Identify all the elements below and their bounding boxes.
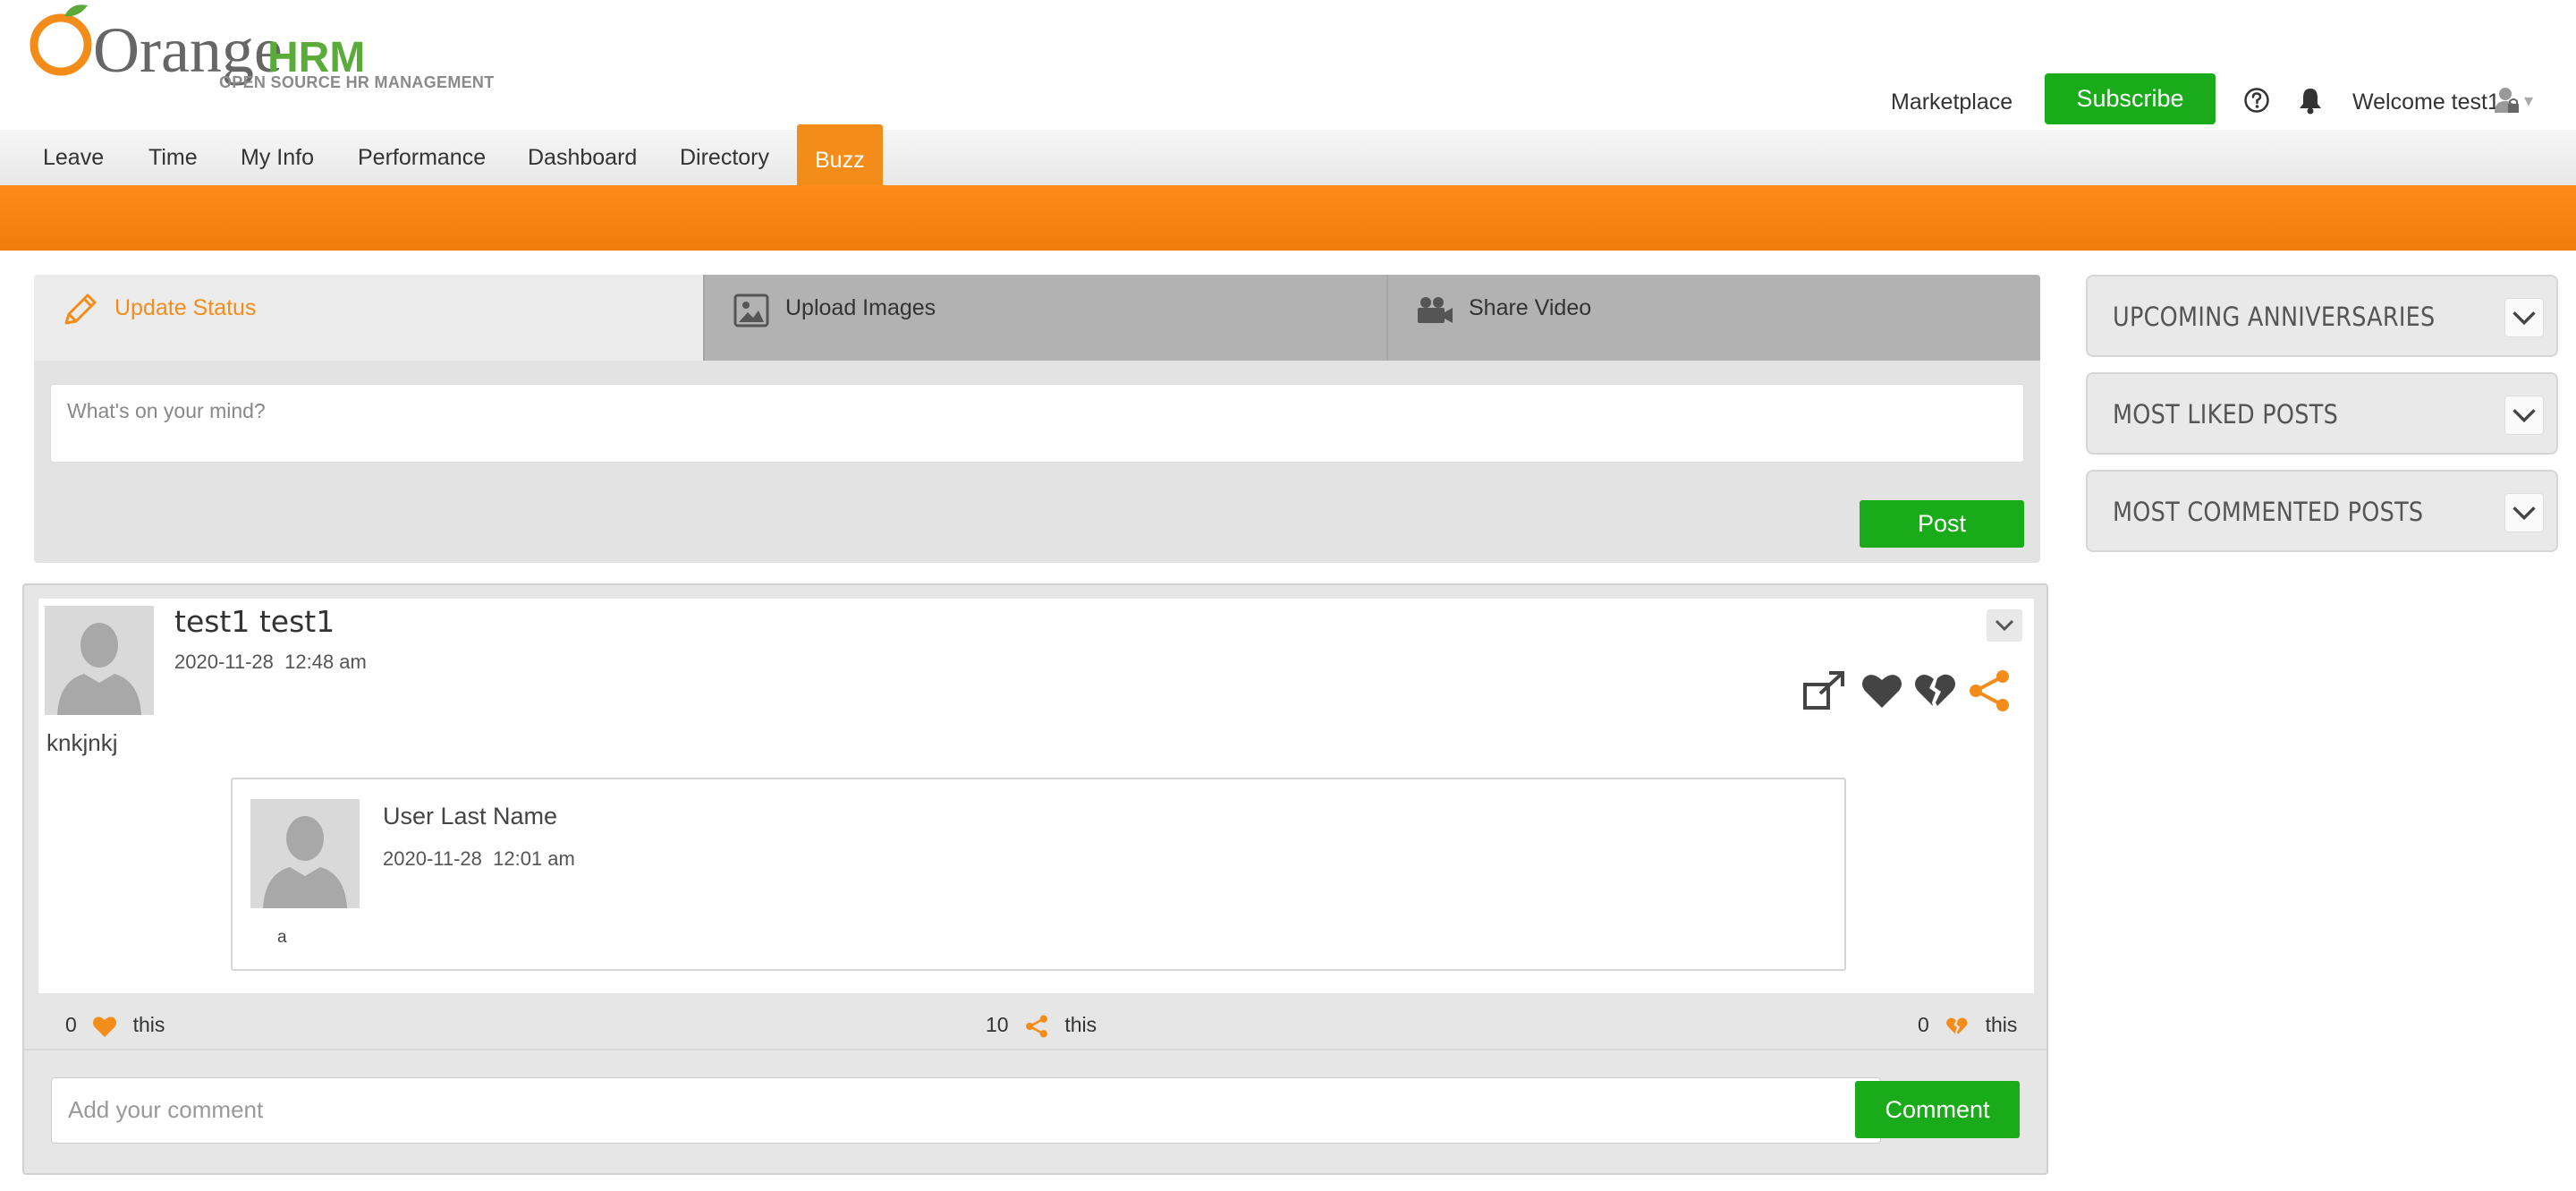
shared-post-date: 2020-11-28 [383,847,482,870]
shared-post-author[interactable]: User Last Name [383,803,557,830]
post-card: test1 test1 2020-11-28 12:48 am knkjnkj … [38,599,2034,993]
video-camera-icon [1418,297,1453,323]
post-actions [1801,667,2024,720]
chevron-down-icon [2512,409,2536,423]
tab-update-status-label: Update Status [114,295,257,320]
shares-count-suffix: this [1064,1013,1097,1036]
subscribe-button[interactable]: Subscribe [2045,73,2216,124]
user-menu-caret-icon[interactable]: ▾ [2524,89,2533,112]
chevron-down-icon [2512,506,2536,521]
logo-tagline: OPEN SOURCE HR MANAGEMENT [219,73,495,91]
header: Orange HRM OPEN SOURCE HR MANAGEMENT Mar… [0,0,2576,130]
widget-upcoming-anniversaries[interactable]: UPCOMING ANNIVERSARIES [2086,275,2558,357]
dislike-broken-heart-icon[interactable] [1911,667,1960,715]
post-author[interactable]: test1 test1 [174,604,335,639]
likes-count-suffix: this [132,1013,165,1036]
dislikes-count-value: 0 [1918,1013,1929,1036]
tab-share-video[interactable]: Share Video [1386,275,2040,361]
shared-post-text: a [277,928,287,947]
widget-toggle[interactable] [2504,396,2544,435]
nav-item-leave[interactable]: Leave [25,130,122,185]
buzz-post: test1 test1 2020-11-28 12:48 am knkjnkj … [22,583,2048,1175]
user-lock-icon[interactable] [2494,86,2521,115]
post-options-dropdown[interactable] [1987,609,2022,642]
pencil-icon [64,293,97,325]
nav-item-performance[interactable]: Performance [340,130,504,185]
comment-button[interactable]: Comment [1855,1081,2020,1138]
welcome-user-menu[interactable]: Welcome test1 [2352,89,2500,115]
default-avatar-icon [45,606,154,715]
dislikes-count[interactable]: 0 this [1918,1013,2017,1039]
like-heart-icon[interactable] [1858,667,1906,715]
likes-count-value: 0 [65,1013,77,1036]
nav-item-dashboard[interactable]: Dashboard [510,130,655,185]
chevron-down-icon [1995,619,2014,632]
share-icon [1026,1015,1047,1038]
likes-count[interactable]: 0 this [65,1013,165,1039]
heart-icon [93,1017,117,1037]
shared-post-timestamp: 2020-11-28 12:01 am [383,847,575,871]
shared-post-time: 12:01 am [493,847,575,870]
comment-input[interactable]: Add your comment [51,1077,1881,1144]
default-avatar-icon [250,799,360,908]
share-external-icon[interactable] [1801,667,1849,715]
nav-item-time[interactable]: Time [131,130,216,185]
help-icon[interactable] [2243,87,2270,114]
main-nav: Leave Time My Info Performance Dashboard… [0,124,2576,185]
tab-update-status[interactable]: Update Status [34,275,703,361]
nav-item-buzz[interactable]: Buzz [797,124,883,185]
dislikes-count-suffix: this [1985,1013,2018,1036]
shared-post: User Last Name 2020-11-28 12:01 am a [231,778,1846,971]
shares-count[interactable]: 10 this [986,1013,1097,1039]
widget-title: MOST COMMENTED POSTS [2113,497,2424,527]
widget-title: UPCOMING ANNIVERSARIES [2113,302,2436,332]
post-date: 2020-11-28 [174,651,274,673]
widget-title: MOST LIKED POSTS [2113,399,2339,430]
widget-most-liked-posts[interactable]: MOST LIKED POSTS [2086,372,2558,455]
avatar[interactable] [45,606,154,715]
tab-upload-images-label: Upload Images [785,295,936,320]
broken-heart-icon [1946,1017,1968,1034]
nav-item-my-info[interactable]: My Info [223,130,332,185]
post-time: 12:48 am [284,651,367,673]
nav-item-directory[interactable]: Directory [662,130,787,185]
marketplace-link[interactable]: Marketplace [1891,89,2012,115]
widget-most-commented-posts[interactable]: MOST COMMENTED POSTS [2086,470,2558,552]
image-icon [733,293,769,328]
tab-share-video-label: Share Video [1469,295,1592,320]
status-panel: Update Status Upload Images Share Video … [34,275,2040,563]
status-input[interactable]: What's on your mind? [50,384,2024,463]
orange-banner [0,185,2576,251]
post-timestamp: 2020-11-28 12:48 am [174,651,367,674]
widget-toggle[interactable] [2504,493,2544,532]
chevron-down-icon [2512,311,2536,326]
widget-toggle[interactable] [2504,298,2544,337]
post-button[interactable]: Post [1860,500,2024,548]
post-stats: 0 this 10 this 0 this [24,997,2046,1051]
tab-upload-images[interactable]: Upload Images [703,275,1386,361]
avatar[interactable] [250,799,360,908]
share-icon[interactable] [1965,667,2013,715]
notification-bell-icon[interactable] [2297,86,2324,115]
post-text: knkjnkj [47,729,118,756]
shares-count-value: 10 [986,1013,1009,1036]
